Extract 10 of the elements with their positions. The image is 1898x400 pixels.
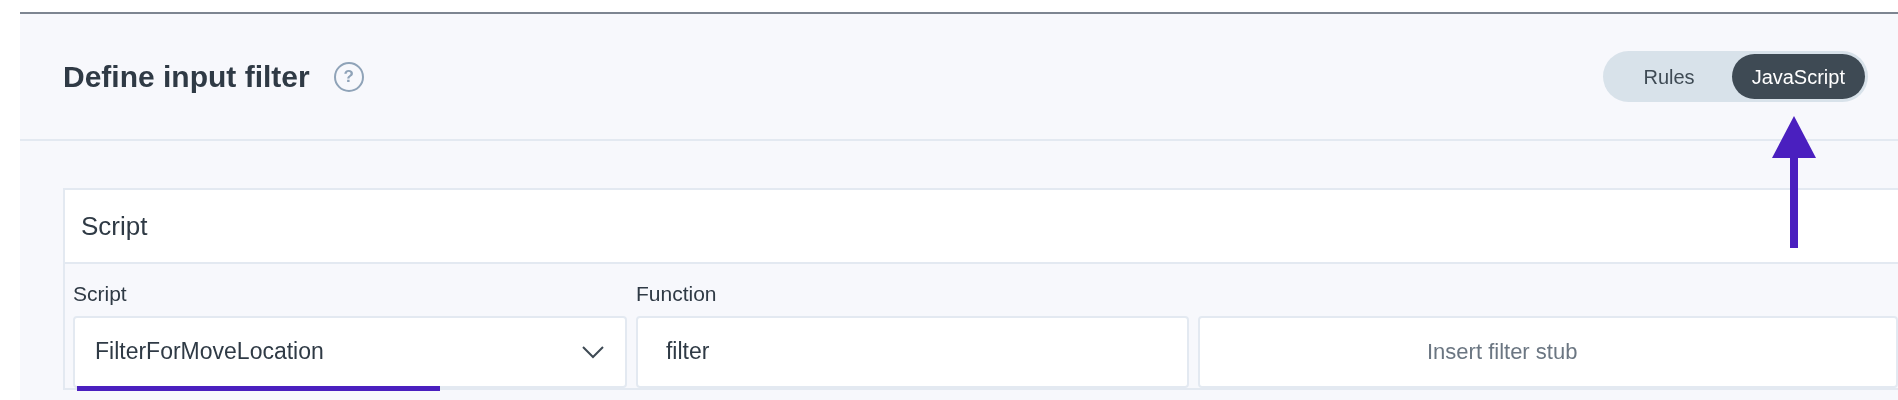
field-label: Function <box>635 281 718 307</box>
card-title: Script <box>81 209 148 243</box>
script-dropdown[interactable]: FilterForMoveLocation <box>73 315 627 388</box>
mode-tab[interactable]: Rules <box>1606 54 1732 99</box>
chevron-down-icon <box>580 344 605 359</box>
mode-tab[interactable]: JavaScript <box>1731 54 1865 99</box>
function-input[interactable]: filter <box>635 315 1189 388</box>
page-title: Define input filter <box>63 59 310 95</box>
insert-stub-button[interactable]: Insert filter stub <box>1198 315 1898 388</box>
field-label: Script <box>73 281 128 307</box>
